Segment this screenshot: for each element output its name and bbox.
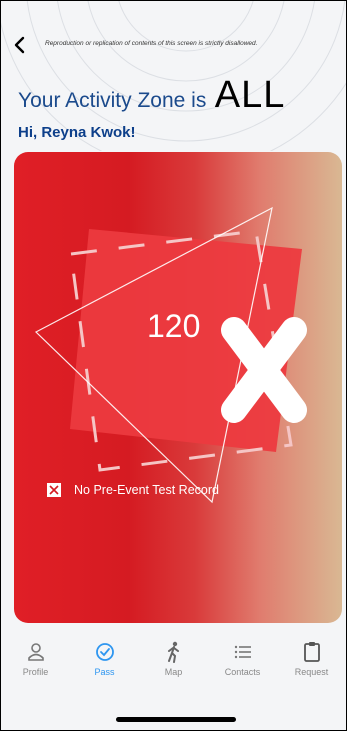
cross-box-icon [47, 483, 61, 497]
home-indicator [116, 717, 236, 722]
bottom-nav: Profile Pass Map Contacts Request [1, 631, 346, 691]
check-circle-icon [95, 640, 115, 664]
test-status-text: No Pre-Event Test Record [74, 483, 219, 497]
person-icon [26, 640, 46, 664]
test-status: No Pre-Event Test Record [47, 483, 219, 497]
nav-map-label: Map [164, 667, 183, 677]
disclaimer-text: Reproduction or replication of contents … [45, 40, 258, 47]
chevron-left-icon [14, 36, 25, 54]
user-greeting: Hi, Reyna Kwok! [18, 124, 136, 141]
pass-emblem [34, 206, 307, 504]
nav-contacts-label: Contacts [224, 667, 261, 677]
pass-number: 120 [147, 308, 201, 344]
pass-card: 120 No Pre-Event Test Record [14, 152, 342, 623]
clipboard-icon [303, 640, 321, 664]
nav-contacts[interactable]: Contacts [208, 631, 277, 691]
nav-pass-label: Pass [94, 667, 115, 677]
list-icon [233, 640, 253, 664]
zone-value: ALL [214, 74, 286, 116]
zone-label: Your Activity Zone is [18, 89, 207, 112]
nav-map[interactable]: Map [139, 631, 208, 691]
nav-request-label: Request [294, 667, 329, 677]
activity-zone: Your Activity Zone is ALL [18, 74, 285, 117]
app-screen: Reproduction or replication of contents … [0, 0, 347, 731]
nav-pass[interactable]: Pass [70, 631, 139, 691]
nav-profile[interactable]: Profile [1, 631, 70, 691]
walking-person-icon [164, 640, 184, 664]
back-button[interactable] [9, 33, 31, 57]
nav-request[interactable]: Request [277, 631, 346, 691]
nav-profile-label: Profile [22, 667, 49, 677]
